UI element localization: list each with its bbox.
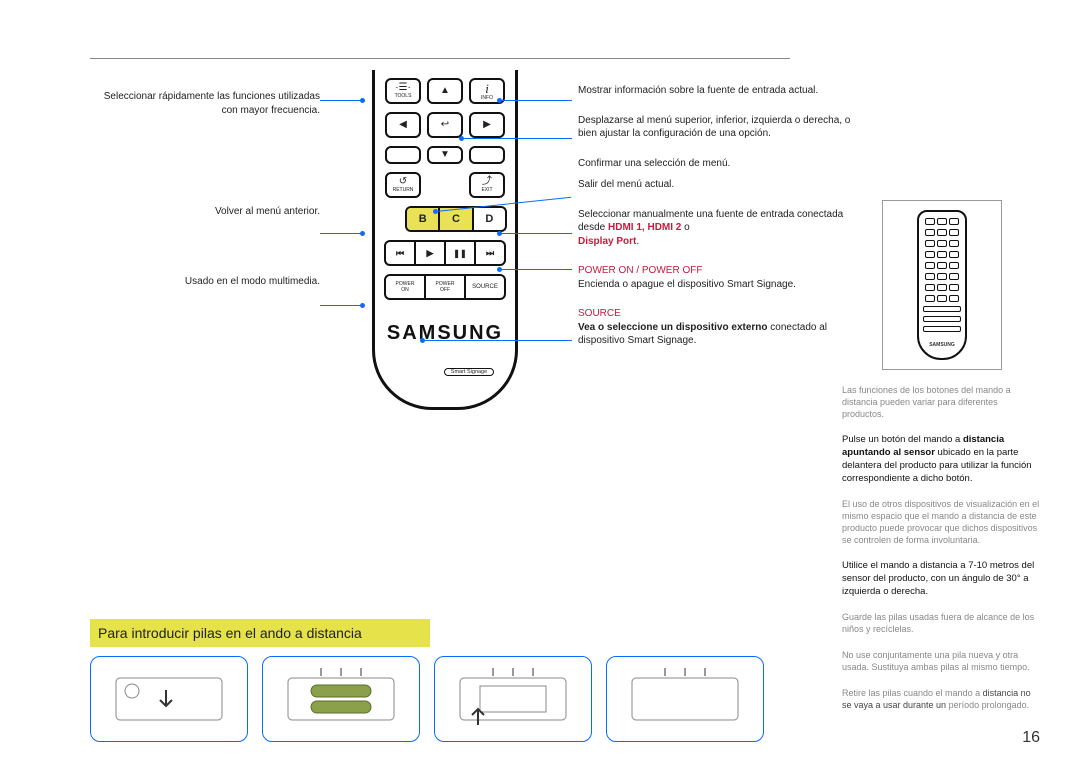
return-button: ↺RETURN [385,172,421,198]
sidebar-note2: El uso de otros dispositivos de visualiz… [842,498,1042,547]
sidebar-note3: Guarde las pilas usadas fuera de alcance… [842,611,1042,635]
remote-illustration: ·☰·TOOLS ▲ iINFO ◀ ↩ ▶ ▼ ↺RETURN ⤴EXIT B [338,70,548,440]
battery-step3-illustration [438,660,588,738]
leader-line [500,100,572,101]
callout-source-select: Seleccionar manualmente una fuente de en… [578,208,858,249]
battery-step4-illustration [610,660,760,738]
skip-back-icon: ⏮ [396,248,404,259]
right-callouts: Mostrar información sobre la fuente de e… [578,84,858,364]
callout-tools: Seleccionar rápidamente las funciones ut… [90,90,320,117]
battery-step-3 [434,656,592,742]
skip-back-button: ⏮ [386,242,416,264]
up-button: ▲ [427,78,463,104]
down-inline-left [385,146,421,164]
down-inline-right [469,146,505,164]
down-button: ▼ [427,146,463,164]
power-source-row: POWER ON POWER OFF SOURCE [384,274,506,300]
leader-line [462,138,572,139]
arrow-left-icon: ◀ [399,120,407,130]
page-number: 16 [1022,729,1040,747]
arrow-right-icon: ▶ [483,120,491,130]
play-button: ▶ [416,242,446,264]
exit-icon: ⤴ [482,177,492,187]
select-button: ↩ [427,112,463,138]
leader-dot [459,136,464,141]
power-off-button: POWER OFF [426,276,466,298]
tools-button: ·☰·TOOLS [385,78,421,104]
callout-exit: Salir del menú actual. [578,178,858,192]
callout-source: SOURCE Vea o seleccione un dispositivo e… [578,307,858,348]
sidebar-para1: Pulse un botón del mando a distancia apu… [842,434,1042,485]
callout-nav: Desplazarse al menú superior, inferior, … [578,114,858,141]
battery-step-2 [262,656,420,742]
skip-fwd-icon: ⏭ [486,248,494,259]
spacer [427,172,463,198]
leader-dot [497,231,502,236]
battery-step2-illustration [266,660,416,738]
media-buttons: ⏮ ▶ ❚❚ ⏭ [384,240,506,266]
battery-step-1 [90,656,248,742]
power-on-button: POWER ON [386,276,426,298]
sidebar-para2: Utilice el mando a distancia a 7-10 metr… [842,560,1042,598]
battery-step-4 [606,656,764,742]
left-button: ◀ [385,112,421,138]
callout-info: Mostrar información sobre la fuente de e… [578,84,858,98]
sidebar-notes: SAMSUNG Las funciones de los botones del… [842,200,1042,726]
samsung-logo: SAMSUNG [375,322,515,345]
color-d-button: D [474,208,505,230]
battery-step1-illustration [94,660,244,738]
callout-return: Volver al menú anterior. [90,205,320,219]
right-button: ▶ [469,112,505,138]
power-heading: POWER ON / POWER OFF [578,264,858,278]
callout-confirm: Confirmar una selección de menú. [578,157,858,171]
smart-signage-label: Smart Signage [444,368,494,376]
section-rule [90,58,790,59]
color-c-button: C [440,208,473,230]
arrow-up-icon: ▲ [440,86,450,96]
leader-line [500,340,572,341]
leader-dot [433,209,438,214]
mini-remote: SAMSUNG [917,210,967,360]
sidebar-note1: Las funciones de los botones del mando a… [842,384,1042,420]
leader-line [500,233,572,234]
leader-dot [497,267,502,272]
tools-icon: ·☰· [395,83,411,93]
play-icon: ▶ [427,248,434,259]
pause-button: ❚❚ [446,242,476,264]
leader-line [500,269,572,270]
source-button: SOURCE [466,276,504,298]
remote-body: ·☰·TOOLS ▲ iINFO ◀ ↩ ▶ ▼ ↺RETURN ⤴EXIT B [372,70,518,410]
battery-steps [90,656,764,742]
exit-button: ⤴EXIT [469,172,505,198]
pause-icon: ❚❚ [453,249,466,258]
info-icon: i [485,82,489,95]
source-heading: SOURCE [578,307,858,321]
arrow-down-icon: ▼ [440,150,450,160]
battery-section-title: Para introducir pilas en el ando a dista… [90,619,430,647]
leader-dot [497,98,502,103]
leader-line [423,340,500,341]
skip-fwd-button: ⏭ [476,242,504,264]
mini-samsung-logo: SAMSUNG [929,342,955,349]
callout-power: POWER ON / POWER OFF Encienda o apague e… [578,264,858,291]
enter-icon: ↩ [441,120,449,130]
sidebar-note5: Retire las pilas cuando el mando a dista… [842,687,1042,711]
sidebar-note4: No use conjuntamente una pila nueva y ot… [842,649,1042,673]
return-icon: ↺ [399,177,407,187]
left-callouts: Seleccionar rápidamente las funciones ut… [90,90,330,344]
callout-media: Usado en el modo multimedia. [90,275,320,289]
document-page: Seleccionar rápidamente las funciones ut… [0,0,1080,763]
mini-remote-box: SAMSUNG [882,200,1002,370]
